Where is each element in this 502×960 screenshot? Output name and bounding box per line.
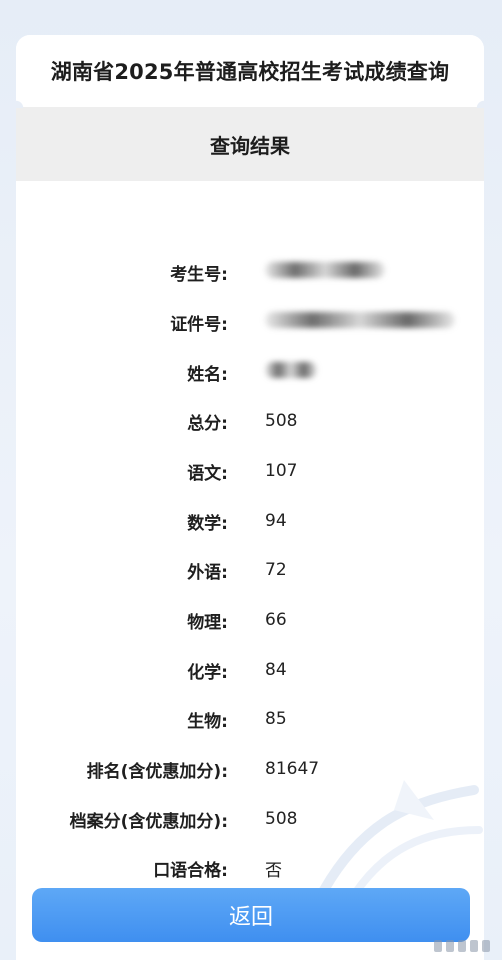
result-row-exam-number: 考生号: (16, 257, 484, 287)
result-row-name: 姓名: (16, 357, 484, 387)
result-row-biology: 生物: 85 (16, 704, 484, 734)
result-label: 外语: (187, 562, 228, 583)
page-title: 湖南省2025年普通高校招生考试成绩查询 (50, 60, 450, 84)
result-value: 66 (265, 610, 287, 630)
result-label: 排名(含优惠加分): (86, 761, 228, 782)
result-label: 化学: (187, 662, 228, 683)
result-row-foreign-language: 外语: 72 (16, 555, 484, 585)
result-label: 口语合格: (153, 860, 228, 881)
result-row-id-number: 证件号: (16, 307, 484, 337)
result-value: 84 (265, 660, 287, 680)
result-row-total: 总分: 508 (16, 406, 484, 436)
result-label: 档案分(含优惠加分): (69, 811, 228, 832)
result-row-math: 数学: 94 (16, 506, 484, 536)
result-label: 数学: (187, 513, 228, 534)
result-value: 否 (265, 860, 282, 881)
result-card: 湖南省2025年普通高校招生考试成绩查询 查询结果 考生号: 证件号: 姓名: … (16, 35, 484, 960)
result-label: 总分: (187, 413, 228, 434)
result-value-redacted (265, 311, 455, 333)
result-label: 姓名: (187, 364, 228, 385)
page-title-bar: 湖南省2025年普通高校招生考试成绩查询 (16, 35, 484, 108)
result-value: 81647 (265, 759, 320, 779)
result-label: 生物: (187, 711, 228, 732)
result-value: 85 (265, 709, 287, 729)
section-header: 查询结果 (16, 107, 484, 181)
result-row-chemistry: 化学: 84 (16, 655, 484, 685)
result-value: 72 (265, 560, 287, 580)
result-label: 语文: (187, 463, 228, 484)
result-row-oral-pass: 口语合格: 否 (16, 853, 484, 883)
result-label: 证件号: (170, 314, 228, 335)
result-label: 考生号: (170, 264, 228, 285)
result-row-chinese: 语文: 107 (16, 456, 484, 486)
result-value: 508 (265, 809, 298, 829)
result-row-physics: 物理: 66 (16, 605, 484, 635)
result-label: 物理: (187, 612, 228, 633)
result-row-archive-score: 档案分(含优惠加分): 508 (16, 804, 484, 834)
return-button[interactable]: 返回 (32, 888, 470, 942)
result-value: 508 (265, 411, 298, 431)
watermark-logo-icon (434, 938, 494, 954)
result-value-redacted (265, 261, 385, 283)
result-row-rank: 排名(含优惠加分): 81647 (16, 754, 484, 784)
result-value: 94 (265, 511, 287, 531)
result-value: 107 (265, 461, 298, 481)
section-title: 查询结果 (210, 133, 290, 158)
result-value-redacted (265, 361, 317, 383)
